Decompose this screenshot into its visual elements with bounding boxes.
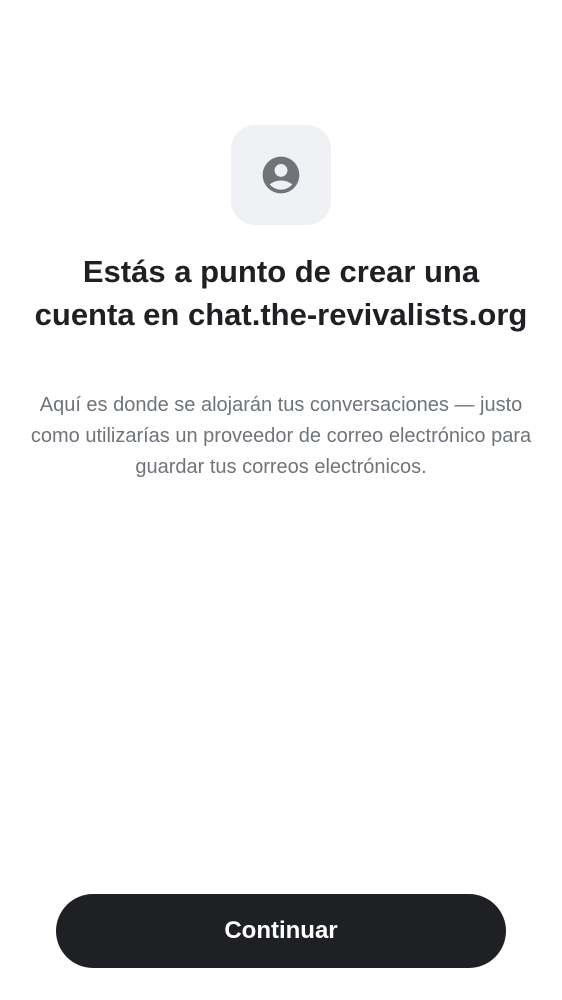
user-circle-icon (262, 156, 300, 194)
page-title: Estás a punto de crear una cuenta en cha… (34, 254, 528, 332)
user-icon-tile (231, 125, 331, 225)
account-description: Aquí es donde se alojarán tus conversaci… (30, 394, 532, 478)
account-creation-screen: Estás a punto de crear una cuenta en cha… (0, 0, 562, 1000)
continue-button[interactable]: Continuar (56, 894, 506, 968)
